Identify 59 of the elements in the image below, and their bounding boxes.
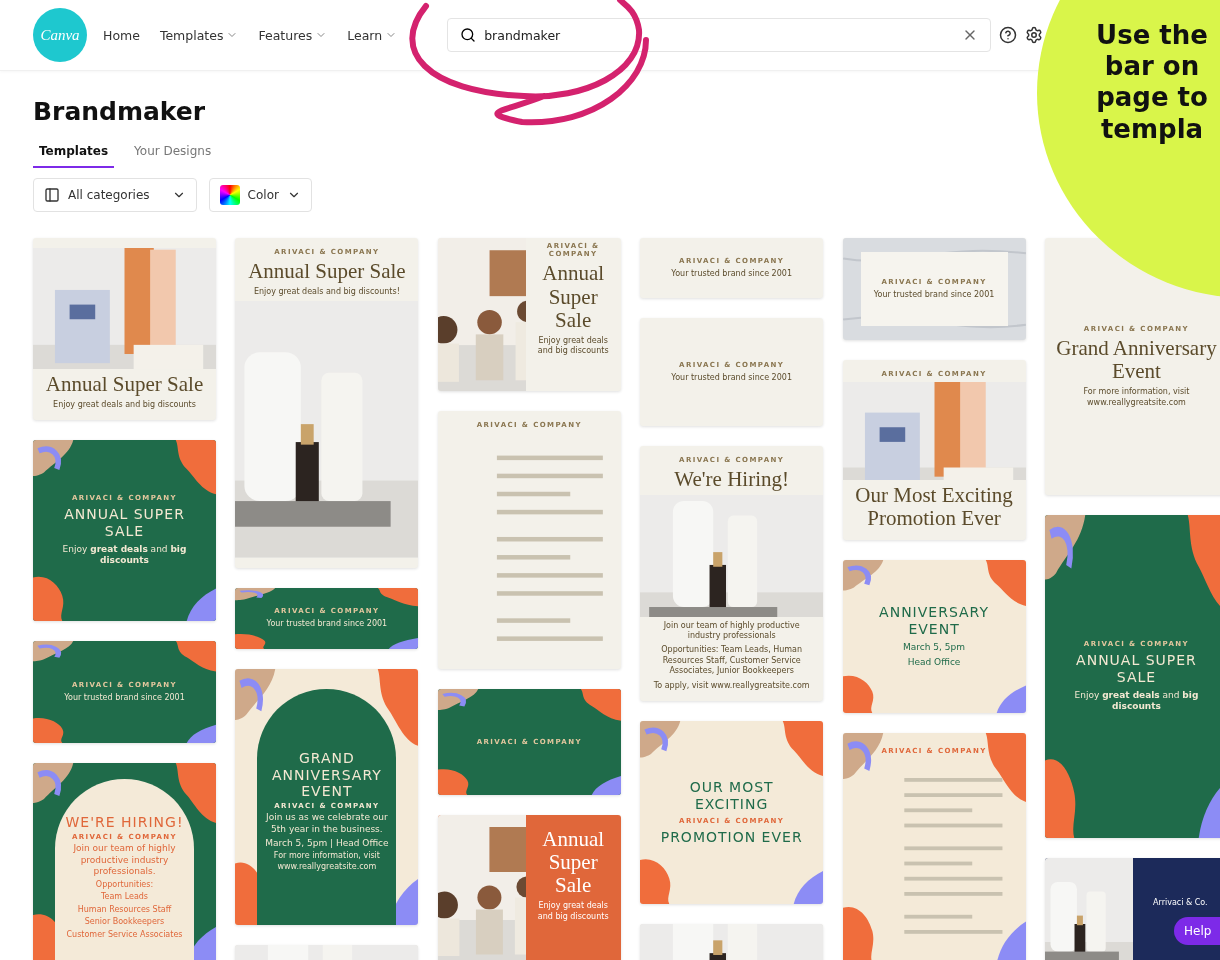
small-text: Your trusted brand since 2001 [873, 289, 995, 301]
template-title: We're Hiring! [674, 468, 789, 492]
small-text: Enjoy great deals and big discounts [536, 901, 610, 923]
small-text: Customer Service Associates [66, 929, 183, 940]
color-filter[interactable]: Color [208, 178, 312, 212]
small-text: Arrivaci & Co. [1153, 897, 1208, 909]
help-button[interactable]: Help [1174, 917, 1220, 945]
tagline-text: Join us as we celebrate our 5th year in the business. [264, 812, 389, 836]
small-text: Your trusted brand since 2001 [64, 692, 185, 704]
template-title: Grand Anniversary Event [1055, 337, 1218, 384]
template-card[interactable]: ANNIVERSARY EVENT March 5, 5pm Head Office [842, 560, 1026, 713]
nav-link[interactable]: Learn [347, 27, 398, 43]
headline-text: ANNIVERSARY EVENT [878, 604, 990, 638]
headline-text: ANNUAL SUPER SALE [63, 506, 186, 540]
small-text: For more information, visit www.reallygreatsite.com [272, 851, 381, 873]
headline-text: GRAND ANNIVERSARY EVENT [270, 749, 383, 801]
small-text: Opportunities: Team Leads, Human Resources Staff, Customer Service Associates, Junior Bookkeepers [660, 645, 804, 677]
callout-text: Use the [1095, 20, 1209, 52]
small-text: Opportunities: [95, 879, 154, 891]
tagline-text: Head Office [907, 657, 961, 669]
tagline-text: March 5, 5pm | Head Office [265, 837, 389, 850]
tab[interactable]: Your Designs [128, 140, 218, 168]
template-title: Our Most Exciting Promotion Ever [854, 483, 1014, 530]
tab[interactable]: Templates [33, 140, 115, 168]
nav-link[interactable]: Home [103, 27, 140, 43]
category-filter[interactable]: All categories [33, 178, 197, 212]
nav-link[interactable]: Templates [159, 27, 239, 43]
template-title: Annual Super Sale [248, 260, 406, 284]
headline-text: WE'RE HIRING! [65, 814, 184, 831]
template-title: Annual Super Sale [541, 827, 606, 898]
small-text: To apply, visit www.reallygreatsite.com [653, 680, 810, 691]
small-text: Senior Bookkeepers [84, 917, 165, 928]
search-field[interactable]: brandmaker [484, 27, 955, 43]
small-text: Human Resources Staff [77, 904, 172, 916]
small-text: Your trusted brand since 2001 [671, 268, 792, 280]
callout-text: page to [1095, 82, 1209, 114]
tagline-text: Enjoy great deals and big discounts [1073, 689, 1200, 713]
small-text: Team Leads [100, 892, 149, 903]
template-title: Annual Super Sale [541, 262, 606, 332]
small-text: Your trusted brand since 2001 [266, 619, 388, 630]
page-title: Brandmaker [33, 97, 206, 126]
callout-text: bar on [1103, 51, 1201, 83]
callout-text: templa [1099, 113, 1205, 145]
tagline-text: March 5, 5pm [903, 641, 966, 654]
tagline-text: Enjoy great deals and big discounts [61, 543, 188, 567]
template-title: Annual Super Sale [45, 372, 204, 396]
headline-text: OUR MOST EXCITING [688, 779, 775, 813]
small-text: Join our team of highly productive industry professionals [662, 620, 801, 642]
small-text: For more information, visit www.reallygreatsite.com [1082, 387, 1191, 408]
small-text: Enjoy great deals and big discounts [53, 399, 196, 410]
headline-text: ANNUAL SUPER SALE [1075, 652, 1198, 686]
small-text: Enjoy great deals and big discounts [536, 335, 610, 357]
small-text: Your trusted brand since 2001 [671, 372, 792, 384]
small-text: Enjoy great deals and big discounts! [253, 287, 400, 298]
search-bar[interactable]: brandmaker [447, 18, 992, 52]
nav-link[interactable]: Features [258, 27, 328, 43]
template-card[interactable]: Annual Super Sale Enjoy great deals and big discounts [33, 238, 216, 420]
tagline-text: Join our team of highly productive industry professionals. [72, 842, 177, 878]
headline-text: PROMOTION EVER [660, 828, 803, 846]
